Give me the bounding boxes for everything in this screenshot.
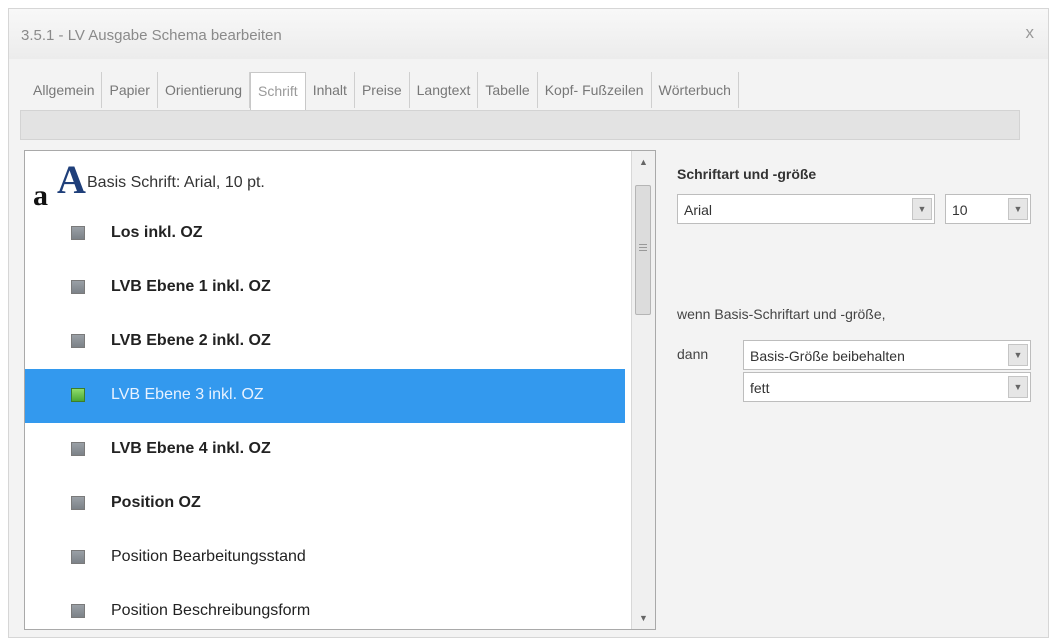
tab-schrift[interactable]: Schrift — [250, 72, 306, 110]
list-item[interactable]: Position OZ — [25, 477, 625, 531]
tab-toolbar-strip — [20, 110, 1020, 140]
tab-inhalt[interactable]: Inhalt — [306, 72, 355, 108]
font-name-value: Arial — [684, 202, 713, 218]
list-item-label: LVB Ebene 2 inkl. OZ — [111, 332, 271, 349]
list-item-icon — [71, 280, 85, 294]
list-item[interactable]: Position Bearbeitungsstand — [25, 531, 625, 585]
size-rule-select[interactable]: Basis-Größe beibehalten ▼ — [743, 340, 1031, 370]
list-item-selected[interactable]: LVB Ebene 3 inkl. OZ — [25, 369, 625, 423]
title-bar: 3.5.1 - LV Ausgabe Schema bearbeiten x — [9, 9, 1048, 59]
font-size-value: 10 — [952, 202, 968, 218]
list-item-label: LVB Ebene 3 inkl. OZ — [111, 386, 264, 403]
chevron-down-icon[interactable]: ▼ — [1008, 344, 1028, 366]
list-item-label: LVB Ebene 1 inkl. OZ — [111, 278, 271, 295]
font-size-icon: A a — [33, 159, 86, 207]
size-rule-value: Basis-Größe beibehalten — [750, 348, 905, 364]
tab-kopf-fusszeilen[interactable]: Kopf- Fußzeilen — [538, 72, 652, 108]
chevron-down-icon[interactable]: ▼ — [912, 198, 932, 220]
font-settings-heading: Schriftart und -größe — [677, 166, 817, 182]
tab-bar: Allgemein Papier Orientierung Schrift In… — [26, 72, 739, 110]
list-item-icon — [71, 226, 85, 240]
chevron-down-icon[interactable]: ▼ — [1008, 198, 1028, 220]
list-item-label: Los inkl. OZ — [111, 224, 203, 241]
dialog-title: 3.5.1 - LV Ausgabe Schema bearbeiten — [21, 27, 282, 44]
base-font-row[interactable]: A a Basis Schrift: Arial, 10 pt. — [25, 159, 625, 207]
style-rule-value: fett — [750, 380, 770, 396]
list-item[interactable]: LVB Ebene 4 inkl. OZ — [25, 423, 625, 477]
tab-preise[interactable]: Preise — [355, 72, 410, 108]
tab-tabelle[interactable]: Tabelle — [478, 72, 538, 108]
tab-woerterbuch[interactable]: Wörterbuch — [652, 72, 739, 108]
font-size-select[interactable]: 10 ▼ — [945, 194, 1031, 224]
font-name-select[interactable]: Arial ▼ — [677, 194, 935, 224]
list-item[interactable]: Position Beschreibungsform — [25, 585, 625, 629]
list-item-icon — [71, 334, 85, 348]
list-scrollbar[interactable]: ▲ ▼ — [631, 151, 655, 629]
tab-langtext[interactable]: Langtext — [410, 72, 479, 108]
list-item-label: Position Beschreibungsform — [111, 602, 311, 619]
list-item-icon — [71, 550, 85, 564]
list-item-label: LVB Ebene 4 inkl. OZ — [111, 440, 271, 457]
list-item-icon — [71, 442, 85, 456]
tab-orientierung[interactable]: Orientierung — [158, 72, 250, 108]
list-item-icon — [71, 604, 85, 618]
scroll-up-arrow-icon[interactable]: ▲ — [632, 151, 655, 173]
list-item-label: Position OZ — [111, 494, 201, 511]
svg-text:A: A — [57, 159, 86, 202]
list-item-icon — [71, 388, 85, 402]
svg-text:a: a — [33, 179, 48, 207]
base-font-label: Basis Schrift: Arial, 10 pt. — [87, 174, 265, 191]
list-item[interactable]: LVB Ebene 1 inkl. OZ — [25, 261, 625, 315]
condition-label: wenn Basis-Schriftart und -größe, — [677, 306, 886, 322]
list-item-label: Position Bearbeitungsstand — [111, 548, 306, 565]
then-label: dann — [677, 346, 709, 362]
grip-icon — [639, 244, 647, 245]
list-item[interactable]: LVB Ebene 2 inkl. OZ — [25, 315, 625, 369]
tab-papier[interactable]: Papier — [102, 72, 158, 108]
scroll-down-arrow-icon[interactable]: ▼ — [632, 607, 655, 629]
tab-allgemein[interactable]: Allgemein — [26, 72, 103, 108]
list-item-icon — [71, 496, 85, 510]
style-rule-select[interactable]: fett ▼ — [743, 372, 1031, 402]
chevron-down-icon[interactable]: ▼ — [1008, 376, 1028, 398]
list-item[interactable]: Los inkl. OZ — [25, 207, 625, 261]
scroll-thumb[interactable] — [635, 185, 651, 315]
close-icon[interactable]: x — [1026, 23, 1035, 43]
font-element-list[interactable]: A a Basis Schrift: Arial, 10 pt. Los ink… — [24, 150, 656, 630]
